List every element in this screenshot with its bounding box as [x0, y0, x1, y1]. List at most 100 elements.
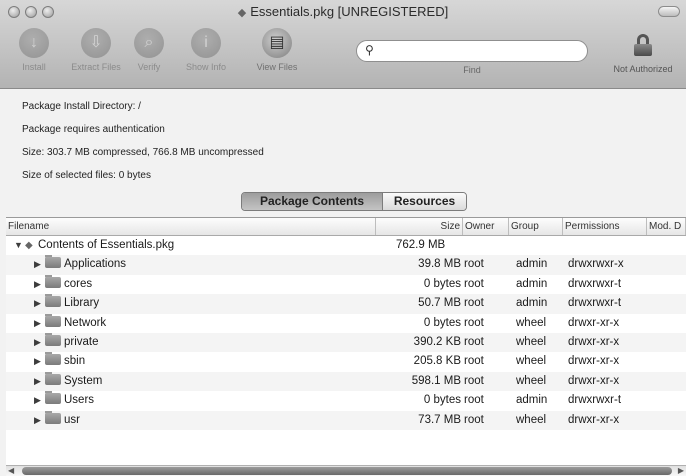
authentication-text: Package requires authentication — [22, 124, 165, 135]
file-size: 0 bytes — [423, 394, 461, 407]
find-label: Find — [463, 65, 481, 75]
file-permissions: drwxr-xr-x — [568, 335, 620, 348]
search-box: ⚲ — [356, 40, 588, 62]
folder-icon — [45, 391, 61, 405]
file-owner: root — [464, 335, 484, 348]
disclosure-closed-icon[interactable]: ▶ — [34, 352, 45, 371]
search-input[interactable] — [379, 44, 579, 59]
file-group: wheel — [516, 413, 547, 426]
view-files-icon: ▤ — [262, 28, 292, 58]
selected-size-text: Size of selected files: 0 bytes — [22, 170, 151, 181]
disclosure-closed-icon[interactable]: ▶ — [34, 255, 45, 274]
folder-icon — [45, 294, 61, 308]
disclosure-closed-icon[interactable]: ▶ — [34, 411, 45, 430]
lock-icon — [634, 34, 652, 56]
table-row[interactable]: ▶ private 390.2 KB root wheel drwxr-xr-x — [6, 332, 686, 353]
scroll-thumb[interactable] — [22, 467, 672, 475]
scroll-right-icon[interactable]: ▶ — [678, 466, 684, 475]
file-name: Network — [64, 316, 107, 329]
package-icon: ◆ — [237, 7, 247, 19]
table-row-root[interactable]: ▼ ◆ Contents of Essentials.pkg 762.9 MB — [6, 236, 686, 255]
column-owner[interactable]: Owner — [463, 218, 509, 235]
file-group: admin — [516, 277, 548, 290]
file-name: Library — [64, 297, 100, 310]
column-filename[interactable]: Filename — [6, 218, 376, 235]
window-title: ◆ Essentials.pkg [UNREGISTERED] — [237, 4, 449, 19]
file-permissions: drwxr-xr-x — [568, 413, 620, 426]
file-owner: root — [464, 297, 484, 310]
tab-resources[interactable]: Resources — [382, 193, 466, 210]
disclosure-open-icon[interactable]: ▼ — [14, 236, 25, 255]
install-icon: ↓ — [19, 28, 49, 58]
file-size: 390.2 KB — [413, 335, 461, 348]
file-group: admin — [516, 394, 548, 407]
table-row[interactable]: ▶ usr 73.7 MB root wheel drwxr-xr-x — [6, 410, 686, 430]
file-owner: root — [464, 355, 484, 368]
install-button[interactable]: ↓ Install — [4, 28, 64, 72]
find-field-group: ⚲ Find — [356, 40, 588, 75]
folder-icon — [45, 255, 61, 269]
tab-package-contents[interactable]: Package Contents — [242, 193, 382, 210]
view-files-button[interactable]: ▤ View Files — [247, 28, 307, 72]
column-modified[interactable]: Mod. D — [647, 218, 686, 235]
file-owner: root — [464, 258, 484, 271]
table-row[interactable]: ▶ Library 50.7 MB root admin drwxrwxr-t — [6, 294, 686, 314]
file-group: wheel — [516, 335, 547, 348]
extract-files-button[interactable]: ⇩ Extract Files — [66, 28, 126, 72]
file-name: Applications — [64, 258, 127, 271]
file-permissions: drwxrwxr-x — [568, 258, 624, 271]
file-size: 205.8 KB — [413, 355, 461, 368]
column-size[interactable]: Size — [376, 218, 463, 235]
file-name: private — [64, 335, 99, 348]
folder-icon — [45, 352, 61, 366]
table-row[interactable]: ▶ System 598.1 MB root wheel drwxr-xr-x — [6, 371, 686, 392]
table-row[interactable]: ▶ Users 0 bytes root admin drwxrwxr-t — [6, 391, 686, 410]
disclosure-closed-icon[interactable]: ▶ — [34, 372, 45, 391]
file-name: cores — [64, 277, 93, 290]
file-owner: root — [464, 413, 484, 426]
column-group[interactable]: Group — [509, 218, 563, 235]
file-permissions: drwxr-xr-x — [568, 316, 620, 329]
file-permissions: drwxr-xr-x — [568, 355, 620, 368]
horizontal-scrollbar[interactable]: ◀ ▶ — [6, 465, 686, 476]
file-name: sbin — [64, 355, 86, 368]
file-size: 598.1 MB — [411, 374, 461, 387]
disclosure-closed-icon[interactable]: ▶ — [34, 314, 45, 333]
file-table: Filename Size Owner Group Permissions Mo… — [6, 217, 686, 467]
column-permissions[interactable]: Permissions — [563, 218, 647, 235]
package-icon: ◆ — [25, 240, 33, 251]
info-icon: i — [191, 28, 221, 58]
file-size: 73.7 MB — [418, 413, 461, 426]
file-owner: root — [464, 277, 484, 290]
disclosure-closed-icon[interactable]: ▶ — [34, 333, 45, 352]
scroll-left-icon[interactable]: ◀ — [8, 466, 14, 475]
disclosure-closed-icon[interactable]: ▶ — [34, 275, 45, 294]
file-permissions: drwxrwxr-t — [568, 277, 622, 290]
table-row[interactable]: ▶ cores 0 bytes root admin drwxrwxr-t — [6, 274, 686, 294]
table-row[interactable]: ▶ Network 0 bytes root wheel drwxr-xr-x — [6, 313, 686, 333]
table-body: ▶ Applications 39.8 MB root admin drwxrwxr-x ▶… — [6, 255, 686, 430]
file-owner: root — [464, 316, 484, 329]
file-size: 0 bytes — [423, 316, 461, 329]
file-size: 0 bytes — [423, 277, 461, 290]
file-name: Users — [64, 394, 95, 407]
root-size: 762.9 MB — [396, 239, 446, 251]
show-info-button[interactable]: i Show Info — [176, 28, 236, 72]
file-size: 50.7 MB — [418, 297, 461, 310]
package-info: Package Install Directory: / Package req… — [22, 100, 264, 192]
file-owner: root — [464, 374, 484, 387]
disclosure-closed-icon[interactable]: ▶ — [34, 391, 45, 410]
file-group: wheel — [516, 374, 547, 387]
window-chrome: ◆ Essentials.pkg [UNREGISTERED] ↓ Install… — [0, 0, 686, 89]
verify-button[interactable]: ⌕ Verify — [119, 28, 179, 72]
folder-icon — [45, 410, 61, 424]
file-group: wheel — [516, 355, 547, 368]
table-row[interactable]: ▶ sbin 205.8 KB root wheel drwxr-xr-x — [6, 352, 686, 371]
file-permissions: drwxr-xr-x — [568, 374, 620, 387]
file-group: admin — [516, 297, 548, 310]
table-row[interactable]: ▶ Applications 39.8 MB root admin drwxrwxr-x — [6, 255, 686, 275]
view-segmented-control: Package Contents Resources — [241, 192, 467, 211]
file-group: admin — [516, 258, 548, 271]
disclosure-closed-icon[interactable]: ▶ — [34, 294, 45, 313]
authorization-button[interactable]: Not Authorized — [604, 34, 682, 74]
